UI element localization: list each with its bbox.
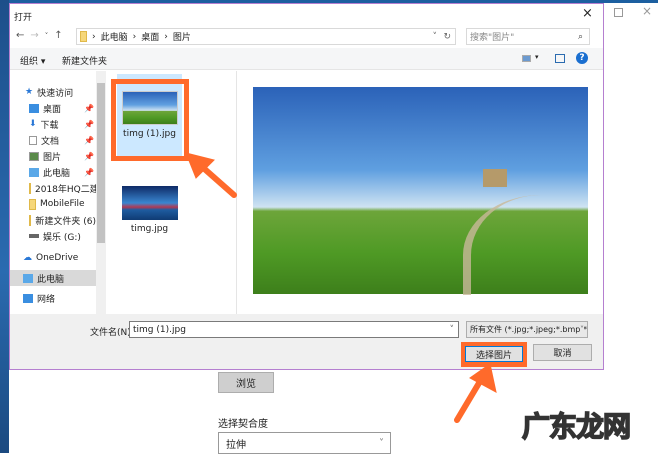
annotation-arrows <box>185 152 497 423</box>
arrow-to-open-button <box>454 363 497 423</box>
arrow-to-file <box>185 152 237 198</box>
